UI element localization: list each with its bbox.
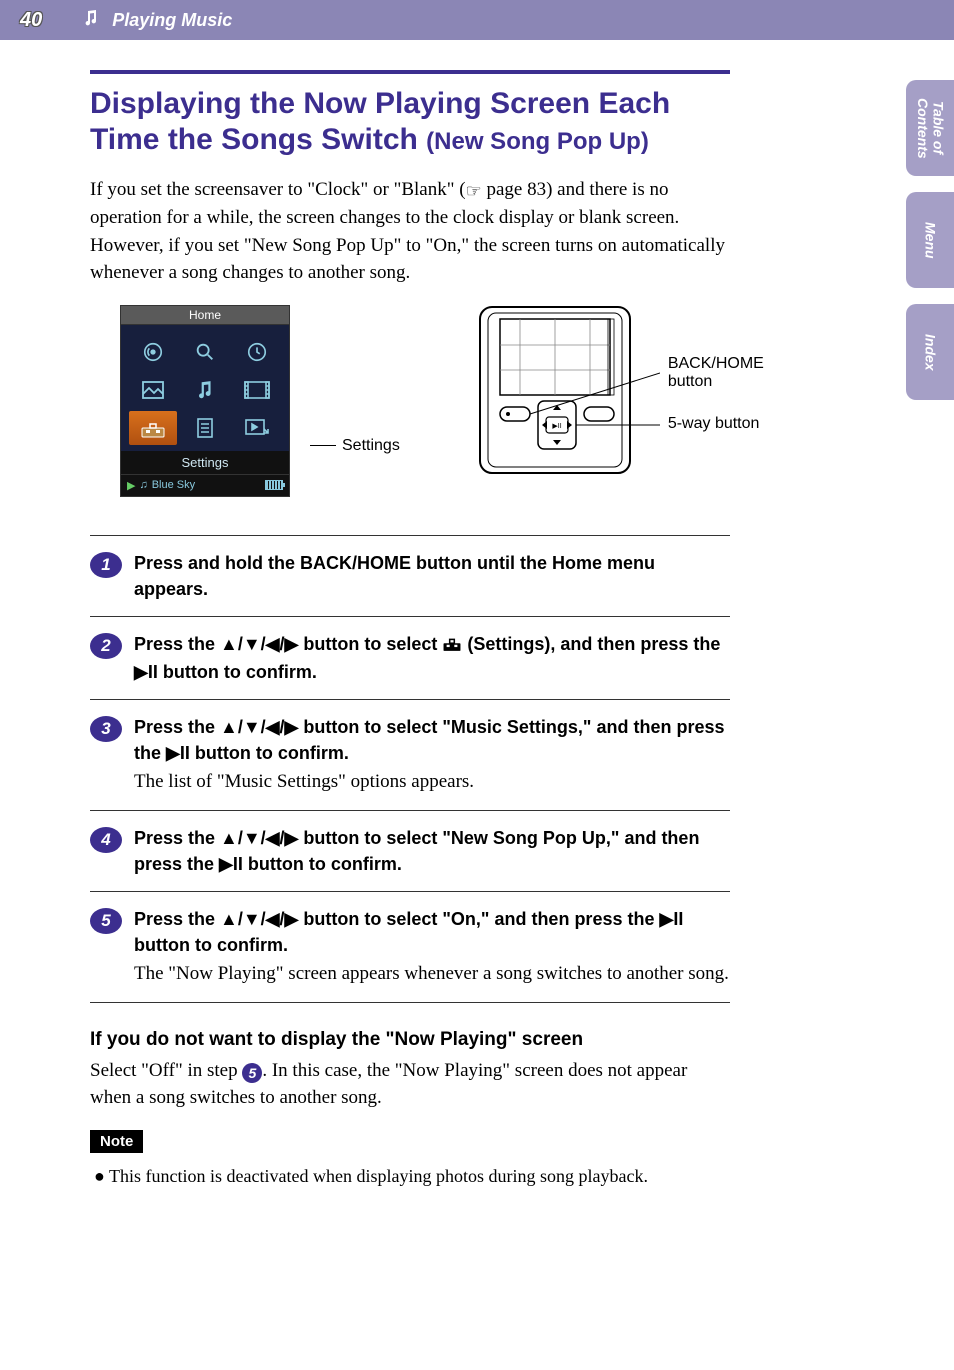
step-5: 5 Press the ▲/▼/◀/▶ button to select "On… — [90, 891, 730, 1003]
bullet-icon: ● — [94, 1166, 109, 1186]
step-5-regular: The "Now Playing" screen appears wheneve… — [134, 960, 730, 988]
home-status-bar: ▶ ♫ Blue Sky — [121, 474, 289, 496]
step-num-3: 3 — [90, 716, 122, 742]
title-sub: (New Song Pop Up) — [426, 128, 649, 155]
step-num-4: 4 — [90, 827, 122, 853]
status-music-note-icon: ♫ — [139, 479, 147, 491]
page-title: Displaying the Now Playing Screen Each T… — [90, 86, 730, 158]
step-1: 1 Press and hold the BACK/HOME button un… — [90, 535, 730, 616]
photo-icon — [129, 373, 177, 407]
video-icon — [233, 373, 281, 407]
step-num-5: 5 — [90, 908, 122, 934]
pointer-icon: ☞ — [466, 178, 482, 204]
back-home-label-b: button — [668, 373, 764, 391]
step-3: 3 Press the ▲/▼/◀/▶ button to select "Mu… — [90, 699, 730, 810]
step-num-1: 1 — [90, 552, 122, 578]
playlist-icon — [181, 411, 229, 445]
settings-callout-text: Settings — [342, 437, 400, 455]
inline-step-5: 5 — [242, 1063, 262, 1083]
step-list: 1 Press and hold the BACK/HOME button un… — [90, 535, 730, 1003]
note-label: Note — [90, 1130, 143, 1153]
play-pause-icon: ▶II — [166, 743, 190, 763]
step-2: 2 Press the ▲/▼/◀/▶ button to select (Se… — [90, 616, 730, 699]
sub-paragraph: Select "Off" in step 5. In this case, th… — [90, 1057, 730, 1112]
music-icon — [181, 373, 229, 407]
sub-section: If you do not want to display the "Now P… — [90, 1029, 730, 1112]
step-1-text: Press and hold the BACK/HOME button unti… — [134, 550, 730, 602]
step-4-text: Press the ▲/▼/◀/▶ button to select "New … — [134, 825, 730, 877]
title-rule — [90, 70, 730, 74]
step-num-2: 2 — [90, 633, 122, 659]
side-tabs: Table of Contents Menu Index — [906, 80, 954, 400]
play-pause-icon: ▶II — [219, 854, 243, 874]
step-4: 4 Press the ▲/▼/◀/▶ button to select "Ne… — [90, 810, 730, 891]
intro-a: If you set the screensaver to "Clock" or… — [90, 179, 466, 200]
device-svg: ▶II — [460, 305, 660, 475]
status-track: Blue Sky — [152, 479, 195, 491]
dpad-icon: ▲/▼/◀/▶ — [220, 634, 298, 654]
dpad-icon: ▲/▼/◀/▶ — [220, 909, 298, 929]
home-selected-label: Settings — [121, 451, 289, 474]
figure-row: Home Settings ▶ ♫ B — [90, 305, 730, 505]
settings-icon — [129, 411, 177, 445]
play-pause-icon: ▶II — [659, 909, 683, 929]
play-pause-icon: ▶II — [134, 662, 158, 682]
five-way-label: 5-way button — [668, 415, 760, 433]
step-3-text: Press the ▲/▼/◀/▶ button to select "Musi… — [134, 714, 730, 766]
home-screen: Home Settings ▶ ♫ B — [120, 305, 290, 497]
back-home-label-a: BACK/HOME — [668, 355, 764, 373]
step-3-regular: The list of "Music Settings" options app… — [134, 768, 730, 796]
now-playing-icon — [233, 411, 281, 445]
device-figure: ▶II BACK/HOME button 5-way button — [460, 305, 660, 480]
step-2-text: Press the ▲/▼/◀/▶ button to select (Sett… — [134, 631, 730, 685]
fm-radio-icon — [129, 335, 177, 369]
battery-icon — [265, 480, 283, 490]
header-bar: 40 Playing Music — [0, 0, 954, 40]
dpad-icon: ▲/▼/◀/▶ — [220, 717, 298, 737]
callout-line — [310, 445, 336, 446]
note-block: Note ● This function is deactivated when… — [90, 1130, 730, 1189]
dpad-icon: ▲/▼/◀/▶ — [220, 828, 298, 848]
svg-text:▶II: ▶II — [552, 423, 561, 430]
settings-toolbox-icon — [442, 633, 462, 659]
clock-icon — [233, 335, 281, 369]
page-content: Displaying the Now Playing Screen Each T… — [0, 40, 820, 1229]
tab-menu[interactable]: Menu — [906, 192, 954, 288]
music-note-icon — [82, 9, 100, 32]
home-grid — [121, 325, 289, 451]
settings-callout: Settings — [310, 305, 400, 505]
search-icon — [181, 335, 229, 369]
intro-page-ref: page 83 — [482, 179, 546, 200]
section-title: Playing Music — [112, 10, 232, 31]
sub-heading: If you do not want to display the "Now P… — [90, 1029, 730, 1051]
play-indicator-icon: ▶ — [127, 479, 135, 492]
note-text: ● This function is deactivated when disp… — [90, 1163, 730, 1189]
home-top-label: Home — [121, 306, 289, 325]
intro-paragraph: If you set the screensaver to "Clock" or… — [90, 176, 730, 287]
step-5-text: Press the ▲/▼/◀/▶ button to select "On,"… — [134, 906, 730, 958]
home-screen-figure: Home Settings ▶ ♫ B — [120, 305, 290, 497]
page-number: 40 — [20, 9, 42, 32]
tab-index[interactable]: Index — [906, 304, 954, 400]
tab-table-of-contents[interactable]: Table of Contents — [906, 80, 954, 176]
